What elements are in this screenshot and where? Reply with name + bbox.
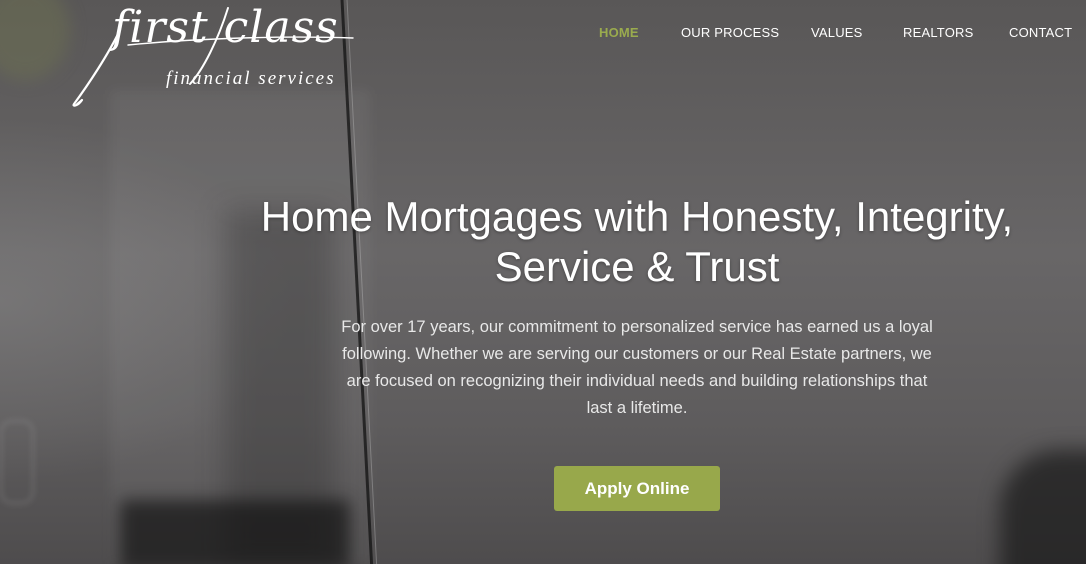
- nav-item-values[interactable]: VALUES: [811, 25, 863, 40]
- nav-item-contact[interactable]: CONTACT: [1009, 25, 1072, 40]
- hero-intro-text: For over 17 years, our commitment to per…: [341, 318, 933, 417]
- background-chair: [1000, 450, 1086, 564]
- hero-headline-line2: Service & Trust: [494, 243, 780, 290]
- nav-item-home[interactable]: HOME: [599, 25, 639, 40]
- nav-item-realtors[interactable]: REALTORS: [903, 25, 973, 40]
- background-glass: [0, 420, 34, 504]
- main-nav: HOME OUR PROCESS VALUES REALTORS CONTACT: [0, 25, 1086, 45]
- logo[interactable]: first class financial services: [68, 0, 368, 110]
- nav-item-our-process[interactable]: OUR PROCESS: [681, 25, 779, 40]
- hero-headline-line1: Home Mortgages with Honesty, Integrity,: [260, 193, 1014, 240]
- background-seat: [120, 500, 350, 564]
- hero-headline: Home Mortgages with Honesty, Integrity, …: [200, 192, 1074, 292]
- apply-online-button[interactable]: Apply Online: [554, 466, 720, 511]
- logo-tagline: financial services: [166, 68, 336, 89]
